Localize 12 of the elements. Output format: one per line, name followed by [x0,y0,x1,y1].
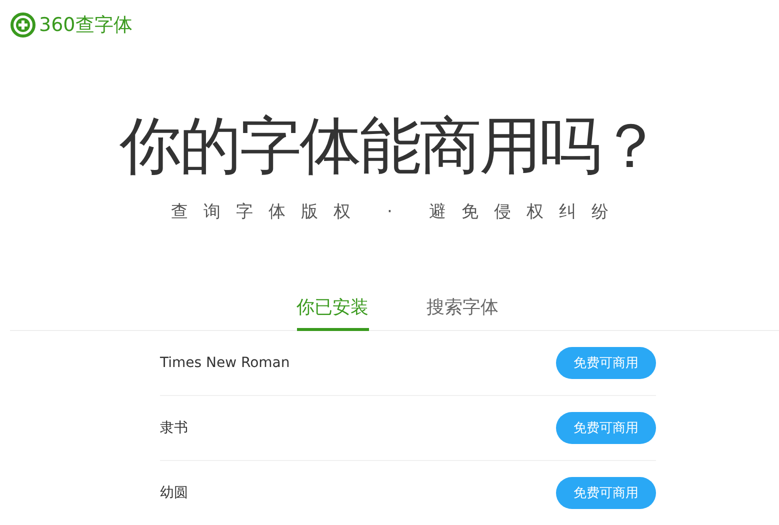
tab[interactable]: 搜索字体 [426,291,498,331]
logo-icon [10,12,36,38]
page-title: 你的字体能商用吗？ [120,108,660,184]
license-button[interactable]: 免费可商用 [556,412,656,444]
font-name: Times New Roman [160,355,290,371]
logo-text: 360查字体 [39,13,132,38]
page-subtitle: 查询字体版权 · 避免侵权纠纷 [171,201,624,223]
font-name: 幼圆 [160,484,188,502]
license-button[interactable]: 免费可商用 [556,347,656,379]
license-button[interactable]: 免费可商用 [556,477,656,509]
tab[interactable]: 你已安装 [296,291,368,331]
font-name: 隶书 [160,419,188,437]
